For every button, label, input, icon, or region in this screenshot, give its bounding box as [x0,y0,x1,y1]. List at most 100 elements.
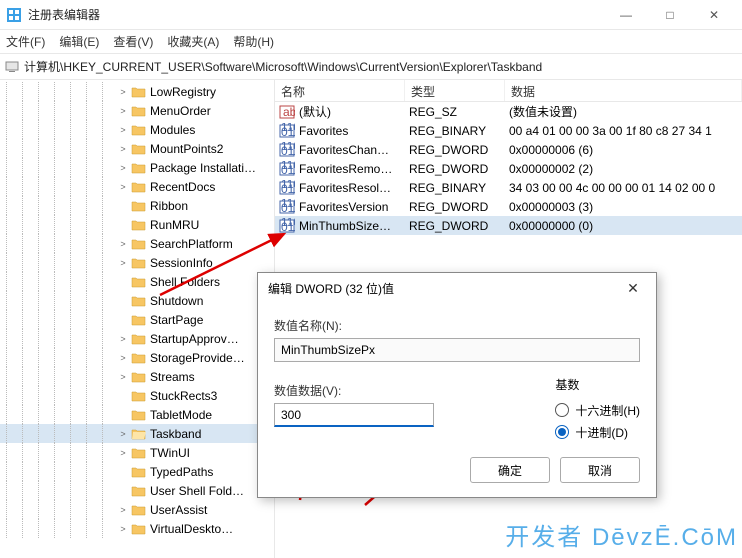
close-button[interactable]: ✕ [692,1,736,29]
tree-item-sessioninfo[interactable]: > SessionInfo [0,253,274,272]
value-row[interactable]: 110011FavoritesVersionREG_DWORD0x0000000… [275,197,742,216]
tree-item-virtualdeskto[interactable]: > VirtualDeskto… [0,519,274,538]
chevron-icon[interactable]: > [118,505,128,515]
tree-item-storageprovide[interactable]: >StorageProvide… [0,348,274,367]
chevron-icon[interactable]: > [118,163,128,173]
tree-item-modules[interactable]: >Modules [0,120,274,139]
chevron-icon[interactable]: > [118,334,128,344]
column-headers[interactable]: 名称 类型 数据 [275,80,742,102]
dialog-close-button[interactable]: ✕ [620,280,646,297]
value-data: 0x00000006 (6) [503,143,742,157]
chevron-icon[interactable]: > [118,353,128,363]
tree-item-taskband[interactable]: > Taskband [0,424,274,443]
value-row[interactable]: ab(默认)REG_SZ(数值未设置) [275,102,742,121]
svg-text:011: 011 [281,220,295,234]
chevron-icon[interactable]: > [118,106,128,116]
value-name: MinThumbSize… [299,219,403,233]
tree-item-shutdown[interactable]: Shutdown [0,291,274,310]
value-name: Favorites [299,124,403,138]
tree-item-label: LowRegistry [150,85,216,99]
menu-edit[interactable]: 编辑(E) [59,33,99,50]
chevron-icon[interactable]: > [118,125,128,135]
tree-item-menuorder[interactable]: >MenuOrder [0,101,274,120]
tree-item-label: StartPage [150,313,203,327]
tree-item-packageinstallati[interactable]: >Package Installati… [0,158,274,177]
addressbar[interactable]: 计算机\HKEY_CURRENT_USER\Software\Microsoft… [0,54,742,80]
tree-panel[interactable]: >LowRegistry>MenuOrder>Modules>MountPoin… [0,80,275,558]
binary-icon: 110011 [279,199,295,215]
tree-item-runmru[interactable]: RunMRU [0,215,274,234]
tree-item-label: StartupApprov… [150,332,239,346]
radio-hex[interactable]: 十六进制(H) [555,399,640,421]
chevron-icon[interactable]: > [118,524,128,534]
menu-file[interactable]: 文件(F) [6,33,45,50]
value-row[interactable]: 110011FavoritesRemo…REG_DWORD0x00000002 … [275,159,742,178]
chevron-icon[interactable]: > [118,448,128,458]
value-name-input[interactable] [274,338,640,362]
computer-icon [4,59,20,75]
tree-item-recentdocs[interactable]: >RecentDocs [0,177,274,196]
tree-item-label: TabletMode [150,408,212,422]
menu-help[interactable]: 帮助(H) [233,33,274,50]
tree-item-label: RunMRU [150,218,199,232]
tree-item-ribbon[interactable]: Ribbon [0,196,274,215]
value-type: REG_BINARY [403,124,503,138]
tree-item-label: MountPoints2 [150,142,223,156]
col-data[interactable]: 数据 [505,80,742,101]
tree-item-lowregistry[interactable]: > LowRegistry [0,82,274,101]
chevron-icon[interactable]: > [118,372,128,382]
regedit-icon [6,7,22,23]
tree-item-label: UserAssist [150,503,207,517]
tree-item-userassist[interactable]: > UserAssist [0,500,274,519]
maximize-button[interactable]: □ [648,1,692,29]
chevron-icon[interactable]: > [118,87,128,97]
tree-item-tabletmode[interactable]: TabletMode [0,405,274,424]
tree-item-usershellfold[interactable]: User Shell Fold… [0,481,274,500]
tree-item-label: Shutdown [150,294,203,308]
value-row[interactable]: 110011FavoritesChan…REG_DWORD0x00000006 … [275,140,742,159]
tree-item-label: StuckRects3 [150,389,217,403]
tree-item-mountpoints2[interactable]: > MountPoints2 [0,139,274,158]
tree-item-streams[interactable]: >Streams [0,367,274,386]
cancel-button[interactable]: 取消 [560,457,640,483]
tree-item-label: VirtualDeskto… [150,522,233,536]
tree-item-startpage[interactable]: StartPage [0,310,274,329]
menu-favorites[interactable]: 收藏夹(A) [167,33,219,50]
col-type[interactable]: 类型 [405,80,505,101]
value-type: REG_SZ [403,105,503,119]
tree-item-startupapprov[interactable]: > StartupApprov… [0,329,274,348]
col-name[interactable]: 名称 [275,80,405,101]
ok-button[interactable]: 确定 [470,457,550,483]
tree-item-searchplatform[interactable]: >SearchPlatform [0,234,274,253]
edit-dword-dialog: 编辑 DWORD (32 位)值 ✕ 数值名称(N): 数值数据(V): 基数 … [257,272,657,498]
string-icon: ab [279,104,295,120]
tree-item-label: Taskband [150,427,201,441]
svg-text:011: 011 [281,163,295,177]
chevron-icon[interactable]: > [118,144,128,154]
tree-item-label: Shell Folders [150,275,220,289]
value-row[interactable]: 110011FavoritesREG_BINARY00 a4 01 00 00 … [275,121,742,140]
value-row[interactable]: 110011FavoritesResol…REG_BINARY34 03 00 … [275,178,742,197]
chevron-icon[interactable]: > [118,182,128,192]
binary-icon: 110011 [279,142,295,158]
value-data-input[interactable] [274,403,434,427]
value-type: REG_DWORD [403,200,503,214]
radio-dec[interactable]: 十进制(D) [555,421,640,443]
value-row[interactable]: 110011MinThumbSize…REG_DWORD0x00000000 (… [275,216,742,235]
svg-text:011: 011 [281,125,295,139]
tree-item-twinui[interactable]: >TWinUI [0,443,274,462]
minimize-button[interactable]: — [604,1,648,29]
svg-text:011: 011 [281,144,295,158]
chevron-icon[interactable]: > [118,429,128,439]
chevron-icon[interactable]: > [118,239,128,249]
dialog-title: 编辑 DWORD (32 位)值 [268,280,620,297]
tree-item-typedpaths[interactable]: TypedPaths [0,462,274,481]
menu-view[interactable]: 查看(V) [113,33,153,50]
menubar: 文件(F) 编辑(E) 查看(V) 收藏夹(A) 帮助(H) [0,30,742,54]
base-label: 基数 [555,376,640,393]
tree-item-label: SessionInfo [150,256,213,270]
tree-item-stuckrects3[interactable]: StuckRects3 [0,386,274,405]
value-name: FavoritesRemo… [299,162,403,176]
chevron-icon[interactable]: > [118,258,128,268]
tree-item-shellfolders[interactable]: Shell Folders [0,272,274,291]
